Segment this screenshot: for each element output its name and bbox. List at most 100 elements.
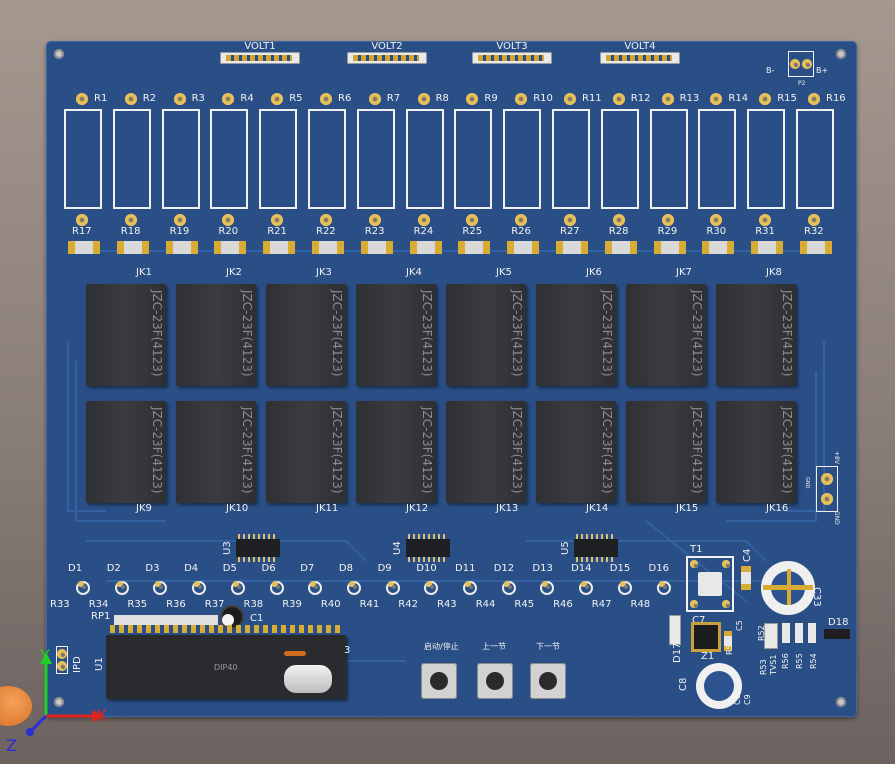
- smd-resistor-label: R24: [413, 226, 434, 237]
- relay: JZC-23F(4123): [536, 284, 616, 386]
- resistor-pack: [114, 615, 218, 625]
- led-resistor-pad: [78, 581, 86, 589]
- resistor-label: R4: [240, 93, 254, 104]
- led-resistor-label: R42: [398, 599, 418, 610]
- led-resistor-label: R35: [127, 599, 148, 610]
- axis-gizmo: Y X Z: [0, 640, 120, 764]
- resistor-pad: [320, 93, 332, 105]
- relay-part-label: JZC-23F(4123): [330, 290, 344, 377]
- led-resistor-label: R41: [359, 599, 380, 610]
- resistor-label: R12: [630, 93, 651, 104]
- ic-label: U4: [392, 541, 403, 555]
- relay-ref-label: JK14: [586, 503, 609, 514]
- smd-resistor: [556, 241, 588, 254]
- relay-ref-label: JK7: [676, 267, 692, 278]
- led-window: [161, 109, 200, 209]
- relay-part-label: JZC-23F(4123): [420, 407, 434, 494]
- c8-label: C8: [678, 677, 689, 691]
- transformer-t1: [686, 556, 734, 612]
- mcu-pin3-label: 3: [344, 645, 351, 656]
- resistor-label: R13: [679, 93, 700, 104]
- smd-resistor-label: R19: [169, 226, 190, 237]
- r52-label: R52: [757, 625, 766, 641]
- ic-label: U5: [560, 541, 571, 555]
- relay-ref-label: JK8: [766, 267, 782, 278]
- side-connector-pin: [821, 493, 833, 505]
- regulator-ic: [694, 625, 718, 649]
- led-window: [600, 109, 639, 209]
- relay-ref-label: JK2: [226, 267, 242, 278]
- resistor-pad: [320, 214, 332, 226]
- transformer-pin: [722, 560, 730, 568]
- relay-ref-label: JK6: [586, 267, 602, 278]
- volt-header-label: VOLT2: [371, 41, 403, 52]
- led-label: D16: [648, 563, 669, 574]
- smd-resistor: [751, 241, 784, 254]
- capacitor-c33-lead: [763, 585, 813, 590]
- resistor-pad: [612, 93, 625, 105]
- led-resistor-label: R37: [204, 599, 225, 610]
- side-connector-mid-label: GND: [804, 477, 810, 489]
- relay: JZC-23F(4123): [626, 284, 706, 386]
- start-stop-button[interactable]: [421, 663, 457, 699]
- c9-label: C9: [743, 694, 752, 705]
- resistor-pad: [612, 214, 625, 226]
- smd-resistor-label: R22: [316, 226, 336, 237]
- resistor-pad: [417, 214, 430, 226]
- resistor-pad: [515, 214, 528, 226]
- resistor-label: R1: [94, 93, 108, 104]
- shift-register-ic: [574, 534, 618, 562]
- relay-part-label: JZC-23F(4123): [600, 407, 614, 494]
- smd-resistor-label: R27: [560, 226, 580, 237]
- resistor-pad: [564, 214, 576, 226]
- resistor-pad: [222, 93, 235, 105]
- smd-resistor-label: R23: [364, 226, 385, 237]
- tvs-label: TVS1: [769, 654, 778, 675]
- led-resistor-label: R48: [630, 599, 651, 610]
- transformer-pin: [690, 560, 698, 568]
- resistor-pad: [759, 93, 772, 105]
- led-label: D14: [571, 563, 592, 574]
- connector-body: [788, 51, 814, 77]
- resistor-label: R10: [533, 93, 553, 104]
- led-resistor-label: R47: [591, 599, 612, 610]
- led-resistor-pad: [155, 581, 164, 589]
- led-label: D2: [106, 563, 121, 574]
- led-resistor-label: R38: [243, 599, 264, 610]
- capacitor-c8-body: [704, 671, 734, 701]
- diode-d17: [669, 615, 681, 645]
- resistor-label: R6: [338, 93, 352, 104]
- relay-part-label: JZC-23F(4123): [510, 407, 524, 494]
- led-window: [405, 109, 444, 209]
- led-window: [454, 109, 493, 209]
- c4-label: C4: [742, 548, 753, 562]
- side-connector: [816, 466, 838, 512]
- smd-resistor: [604, 241, 637, 254]
- prev-section-button[interactable]: [477, 663, 513, 699]
- header-pins: [478, 55, 544, 61]
- led-resistor-label: R44: [475, 599, 496, 610]
- header-pins: [606, 55, 672, 61]
- relay-ref-label: JK10: [226, 503, 249, 514]
- relay: JZC-23F(4123): [356, 284, 436, 386]
- relay: JZC-23F(4123): [176, 401, 256, 503]
- smd-resistor: [653, 241, 686, 254]
- power-connector-ref: P2: [798, 80, 806, 87]
- smd-resistor-label: R26: [511, 226, 531, 237]
- next-section-button[interactable]: [530, 663, 566, 699]
- resistor-array: [782, 623, 820, 643]
- next-section-label: 下一节: [536, 642, 560, 651]
- resistor-pad: [710, 214, 723, 226]
- relay: JZC-23F(4123): [86, 401, 166, 503]
- axis-x-label: X: [96, 706, 107, 725]
- resistor-label: R5: [289, 93, 303, 104]
- relay-part-label: JZC-23F(4123): [150, 407, 164, 494]
- led-window: [503, 109, 542, 209]
- led-label: D15: [609, 563, 631, 574]
- relay: JZC-23F(4123): [176, 284, 256, 386]
- smd-resistor: [214, 241, 247, 254]
- led-label: D4: [184, 563, 199, 574]
- relay: JZC-23F(4123): [446, 401, 526, 503]
- resistor-pad: [417, 93, 430, 105]
- d17-label: D17: [672, 642, 683, 663]
